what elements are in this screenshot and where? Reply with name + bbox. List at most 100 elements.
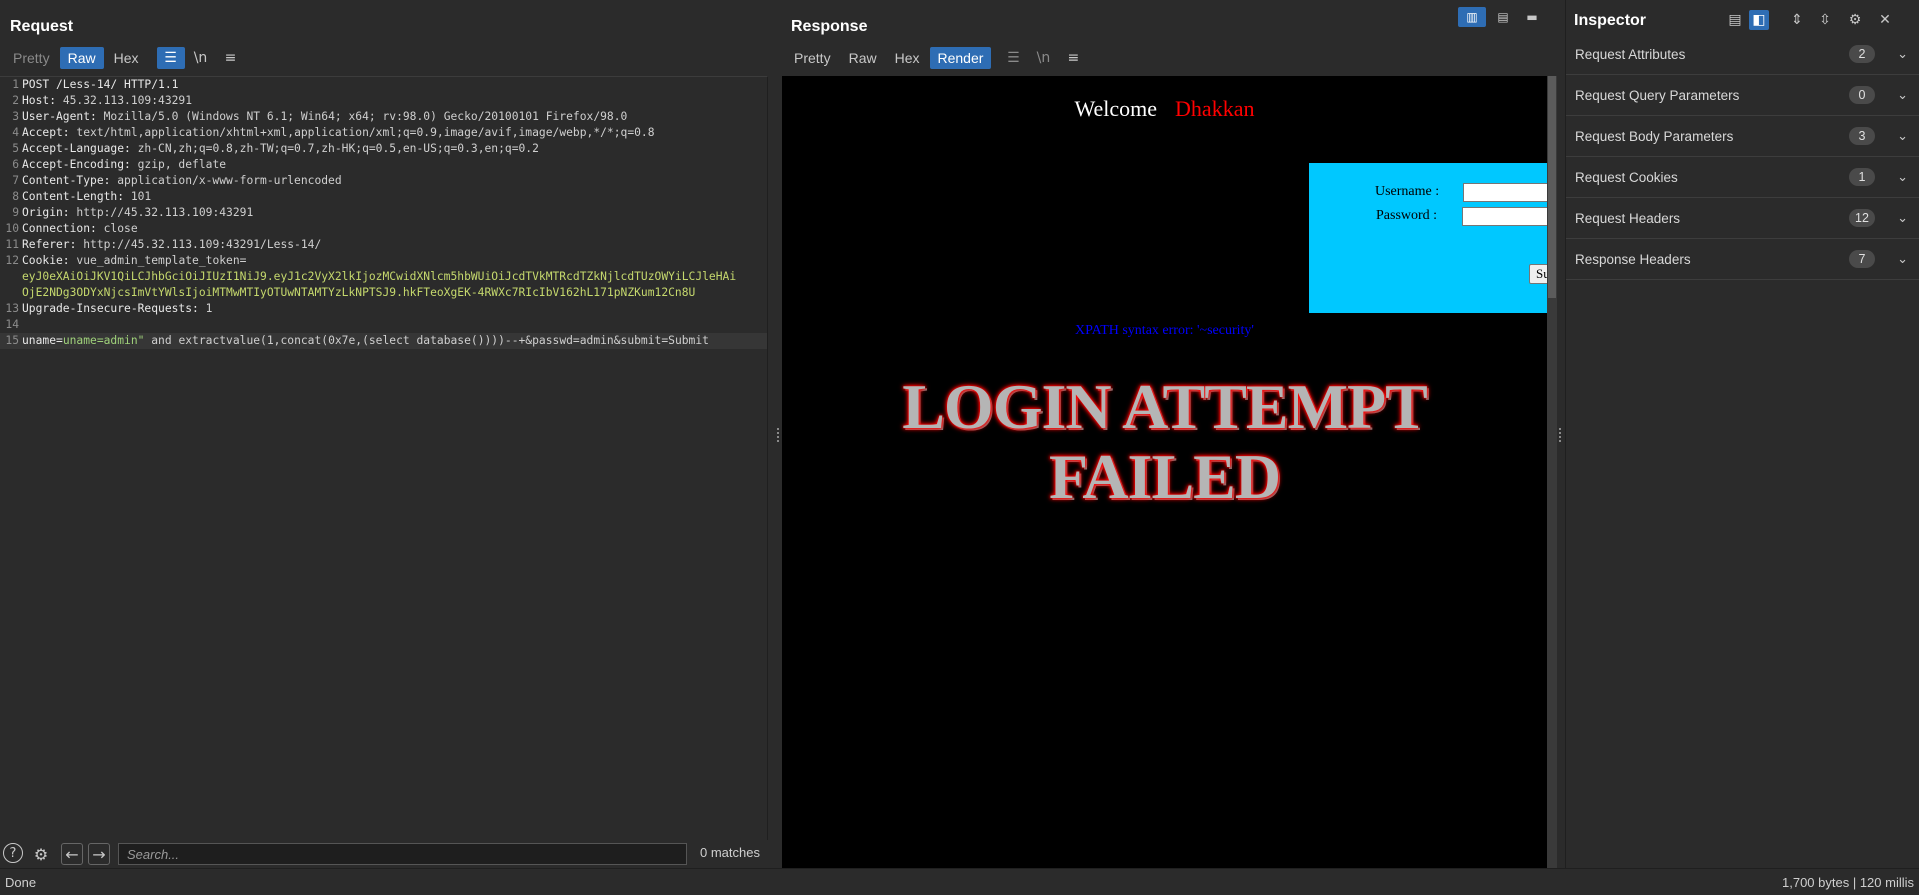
search-bar: ? ⚙ ← → 0 matches	[0, 840, 768, 868]
chevron-down-icon[interactable]: ⌄	[1897, 47, 1908, 62]
line-number: 5	[12, 142, 19, 155]
code-text: Origin: http://45.32.113.109:43291	[22, 205, 253, 221]
header-key: Accept-Language:	[22, 142, 138, 155]
header-key: Referer:	[22, 238, 84, 251]
count-badge: 0	[1849, 86, 1875, 104]
wrap-icon[interactable]: ☰	[156, 47, 185, 69]
section-name: Response Headers	[1575, 251, 1691, 267]
header-key: Origin:	[22, 206, 77, 219]
line-number	[0, 269, 22, 285]
tab-raw[interactable]: Raw	[59, 47, 104, 69]
panel-resize-handle[interactable]	[777, 428, 779, 442]
tab-hex[interactable]: Hex	[887, 47, 928, 69]
code-text: Cookie: vue_admin_template_token=	[22, 253, 246, 269]
line-number: 11	[5, 238, 19, 251]
code-text: Content-Length: 101	[22, 189, 151, 205]
header-value: Mozilla/5.0 (Windows NT 6.1; Win64; x64;…	[103, 110, 628, 123]
menu-icon[interactable]: ≡	[1059, 47, 1087, 69]
forward-arrow-icon[interactable]: →	[88, 843, 110, 865]
code-line: 1 POST /Less-14/ HTTP/1.1	[0, 77, 767, 93]
wrap-icon[interactable]: ☰	[999, 47, 1027, 69]
tabs-layout-icon[interactable]: ▬	[1518, 7, 1546, 27]
username-label: Username :	[1375, 184, 1440, 199]
newline-icon[interactable]: \n	[187, 47, 215, 69]
side-by-side-layout-icon[interactable]: ▥	[1458, 7, 1486, 27]
status-bar: Done 1,700 bytes | 120 millis	[0, 868, 1919, 895]
request-panel-title: Request	[10, 18, 74, 35]
line-number	[0, 285, 22, 301]
username-field[interactable]	[1463, 183, 1547, 202]
code-line: 5 Accept-Language: zh-CN,zh;q=0.8,zh-TW;q…	[0, 141, 767, 157]
code-line: 7 Content-Type: application/x-www-form-ur…	[0, 173, 767, 189]
request-editor[interactable]: 1 POST /Less-14/ HTTP/1.1 2 Host: 45.32.113…	[0, 76, 768, 840]
back-arrow-icon[interactable]: ←	[61, 843, 83, 865]
inspector-section[interactable]: Request Attributes 2 ⌄	[1566, 34, 1919, 75]
line-number: 9	[12, 206, 19, 219]
code-line: eyJ0eXAiOiJKV1QiLCJhbGciOiJIUzI1NiJ9.eyJ…	[0, 269, 767, 285]
line-number: 13	[5, 302, 19, 315]
inspector-section[interactable]: Request Body Parameters 3 ⌄	[1566, 116, 1919, 157]
header-key: Upgrade-Insecure-Requests:	[22, 302, 206, 315]
header-value: 45.32.113.109:43291	[62, 94, 193, 107]
code-text: Accept-Language: zh-CN,zh;q=0.8,zh-TW;q=…	[22, 141, 539, 157]
tab-pretty[interactable]: Pretty	[786, 47, 839, 69]
chevron-down-icon[interactable]: ⌄	[1897, 170, 1908, 185]
header-key: POST /Less-14/ HTTP/1.1	[22, 78, 179, 91]
inspector-section[interactable]: Request Cookies 1 ⌄	[1566, 157, 1919, 198]
body-text: uname=uname=admin" and extractvalue(1,co…	[22, 333, 709, 349]
section-name: Request Query Parameters	[1575, 87, 1740, 103]
response-toolbar: Pretty Raw Hex Render ☰ \n ≡	[786, 47, 1087, 69]
header-value: zh-CN,zh;q=0.8,zh-TW;q=0.7,zh-HK;q=0.5,e…	[137, 142, 539, 155]
header-key: Content-Length:	[22, 190, 131, 203]
stacked-layout-icon[interactable]: ▤	[1489, 7, 1517, 27]
inspector-title: Inspector	[1574, 12, 1647, 29]
close-icon[interactable]: ✕	[1875, 10, 1895, 30]
scrollbar-thumb[interactable]	[1548, 76, 1556, 298]
inspector-section[interactable]: Request Query Parameters 0 ⌄	[1566, 75, 1919, 116]
payload-text: and extractvalue(1,concat(0x7e,(select d…	[144, 334, 709, 347]
panel-view-icon[interactable]: ◧	[1749, 10, 1769, 30]
code-text: Referer: http://45.32.113.109:43291/Less…	[22, 237, 321, 253]
menu-icon[interactable]: ≡	[217, 47, 245, 69]
tab-pretty[interactable]: Pretty	[5, 47, 58, 69]
param-value: uname=admin"	[62, 334, 145, 347]
password-field[interactable]	[1462, 207, 1547, 226]
search-input[interactable]	[118, 843, 687, 865]
list-view-icon[interactable]: ▤	[1725, 10, 1745, 30]
line-number: 15	[5, 334, 19, 347]
help-icon[interactable]: ?	[3, 843, 23, 863]
collapse-all-icon[interactable]: ⇳	[1815, 10, 1835, 30]
login-failed-banner: LOGIN ATTEMPT FAILED	[782, 372, 1547, 512]
render-view: Welcome Dhakkan Username : Password : Su …	[782, 76, 1547, 868]
chevron-down-icon[interactable]: ⌄	[1897, 129, 1908, 144]
inspector-section[interactable]: Response Headers 7 ⌄	[1566, 239, 1919, 280]
expand-all-icon[interactable]: ⇕	[1787, 10, 1807, 30]
code-line: OjE2NDg3ODYxNjcsImVtYWlsIjoiMTMwMTIyOTUw…	[0, 285, 767, 301]
request-body-line[interactable]: 15 uname=uname=admin" and extractvalue(1,…	[0, 333, 767, 349]
chevron-down-icon[interactable]: ⌄	[1897, 252, 1908, 267]
welcome-heading: Welcome Dhakkan	[782, 96, 1547, 122]
header-key: User-Agent:	[22, 110, 104, 123]
tab-hex[interactable]: Hex	[106, 47, 147, 69]
render-scrollbar[interactable]	[1547, 76, 1557, 868]
chevron-down-icon[interactable]: ⌄	[1897, 88, 1908, 103]
header-key: Cookie:	[22, 254, 77, 267]
panel-resize-handle[interactable]	[1559, 428, 1561, 442]
code-text: Upgrade-Insecure-Requests: 1	[22, 301, 212, 317]
gear-icon[interactable]: ⚙	[1845, 10, 1865, 30]
chevron-down-icon[interactable]: ⌄	[1897, 211, 1908, 226]
line-number: 14	[5, 318, 19, 331]
newline-icon[interactable]: \n	[1029, 47, 1057, 69]
line-number: 3	[12, 110, 19, 123]
header-value: vue_admin_template_token=	[76, 254, 247, 267]
tab-raw[interactable]: Raw	[841, 47, 885, 69]
submit-button[interactable]: Su	[1529, 264, 1547, 284]
inspector-section[interactable]: Request Headers 12 ⌄	[1566, 198, 1919, 239]
status-text: Done	[5, 875, 37, 890]
gear-icon[interactable]: ⚙	[30, 843, 52, 865]
tab-render[interactable]: Render	[929, 47, 992, 69]
header-value: application/x-www-form-urlencoded	[117, 174, 342, 187]
code-text: Connection: close	[22, 221, 138, 237]
header-key: Host:	[22, 94, 63, 107]
header-key: Accept-Encoding:	[22, 158, 138, 171]
